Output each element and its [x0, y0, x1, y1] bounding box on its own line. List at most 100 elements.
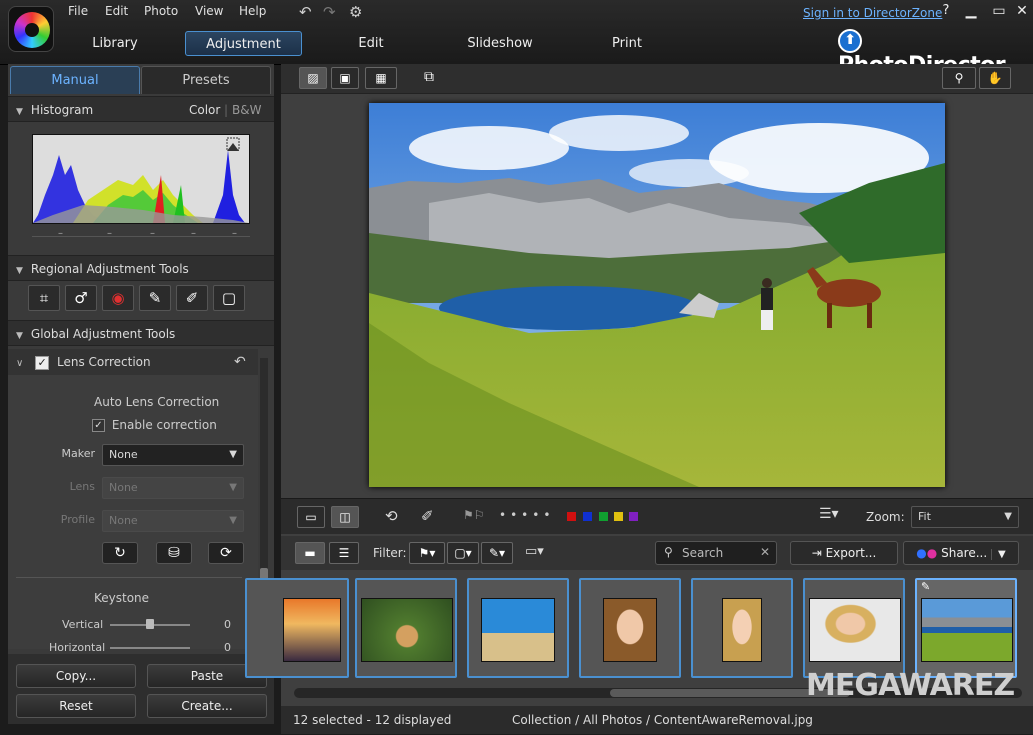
search-input[interactable]: Search	[682, 546, 723, 560]
single-view-button[interactable]: ▣	[331, 67, 359, 89]
mode-slideshow[interactable]: Slideshow	[455, 31, 545, 56]
filmstrip-view-button[interactable]: ▬	[295, 542, 325, 564]
arrow-up-icon: ⬆	[838, 29, 862, 53]
regional-tools-header[interactable]: ▼ Regional Adjustment Tools	[8, 255, 274, 281]
before-after-button[interactable]: ⧉	[417, 67, 441, 89]
color-filter-button[interactable]: ▢▾	[447, 542, 479, 564]
histogram-color-toggle[interactable]: Color	[189, 97, 220, 123]
flag-filter-button[interactable]: ⚑▾	[409, 542, 445, 564]
menu-file[interactable]: File	[68, 4, 88, 18]
minimize-button[interactable]: ▁	[962, 3, 980, 19]
mode-edit[interactable]: Edit	[340, 31, 402, 56]
eraser-icon[interactable]: ✐	[421, 507, 434, 525]
help-button[interactable]: ?	[937, 3, 955, 18]
menu-edit[interactable]: Edit	[105, 4, 128, 18]
rotate-button[interactable]: ↻	[102, 542, 138, 564]
spot-removal-tool-button[interactable]: ✐	[176, 285, 208, 311]
histogram-bw-toggle[interactable]: B&W	[232, 97, 261, 123]
tab-presets[interactable]: Presets	[141, 66, 271, 94]
thumbnail[interactable]	[355, 578, 457, 678]
lens-correction-header[interactable]: ∨ ✓ Lens Correction ↶	[8, 349, 258, 375]
flag-icon[interactable]: ⚑⚐	[463, 508, 485, 522]
maker-select[interactable]: None ▼	[102, 444, 244, 466]
vertical-slider-handle[interactable]	[146, 619, 154, 629]
main-view: ▨ ▣ ▦ ⧉ ⚲ ✋ ▭ ◫ ⟲ ✐ ⚑⚐ ••••• ☰▾ Zoom: Fi…	[245, 64, 1033, 734]
thumbnail[interactable]	[803, 578, 905, 678]
edit-filter-button[interactable]: ✎▾	[481, 542, 513, 564]
single-frame-button[interactable]: ▭	[297, 506, 325, 528]
undo-icon[interactable]: ↶	[299, 3, 312, 21]
zoom-value: Fit	[918, 510, 931, 523]
color-label-green[interactable]	[599, 512, 608, 521]
crop-icon: ⌗	[39, 289, 49, 307]
profile-select[interactable]: None ▼	[102, 510, 244, 532]
reset-button[interactable]: Reset	[16, 694, 136, 718]
color-label-red[interactable]	[567, 512, 576, 521]
rating-dots[interactable]: •••••	[499, 508, 554, 522]
enable-correction-row[interactable]: ✓ Enable correction	[92, 418, 217, 432]
close-button[interactable]: ✕	[1013, 3, 1031, 19]
collapse-triangle-icon: ▼	[16, 331, 23, 341]
thumbnail-selected[interactable]: ✎	[915, 578, 1017, 678]
sort-menu-icon[interactable]: ☰▾	[819, 506, 839, 522]
menu-help[interactable]: Help	[239, 4, 266, 18]
compare-view-button[interactable]: ▨	[299, 67, 327, 89]
stack-menu-icon[interactable]: ▭▾	[525, 544, 544, 559]
global-tools-header[interactable]: ▼ Global Adjustment Tools	[8, 320, 274, 346]
vertical-value: 0	[224, 618, 231, 631]
list-view-button[interactable]: ☰	[329, 542, 359, 564]
mode-adjustment[interactable]: Adjustment	[185, 31, 302, 56]
export-icon: ⇥	[811, 546, 826, 560]
rotate-stack-icon[interactable]: ⟲	[385, 507, 398, 525]
gear-icon[interactable]: ⚙	[349, 3, 362, 21]
filmstrip-icon: ▬	[304, 546, 316, 560]
pan-tool-button[interactable]: ✋	[979, 67, 1011, 89]
brush-tool-button[interactable]: ✎	[139, 285, 171, 311]
horizontal-label: Horizontal	[49, 641, 106, 654]
gradient-tool-button[interactable]: ♂	[65, 285, 97, 311]
color-label-purple[interactable]	[629, 512, 638, 521]
maker-label: Maker	[61, 447, 96, 460]
redo-icon[interactable]: ↷	[323, 3, 336, 21]
zoom-tool-button[interactable]: ⚲	[942, 67, 976, 89]
tab-manual[interactable]: Manual	[10, 66, 140, 94]
mode-library[interactable]: Library	[70, 31, 160, 56]
view-toolbar: ▨ ▣ ▦ ⧉ ⚲ ✋	[281, 64, 1033, 94]
zoom-select[interactable]: Fit ▼	[911, 506, 1019, 528]
thumbnail[interactable]	[467, 578, 569, 678]
sign-in-link[interactable]: Sign in to DirectorZone	[803, 6, 942, 20]
menu-view[interactable]: View	[195, 4, 223, 18]
regional-tools-title: Regional Adjustment Tools	[30, 262, 189, 276]
horizontal-slider[interactable]	[110, 647, 190, 649]
enable-correction-checkbox[interactable]: ✓	[92, 419, 105, 432]
export-button[interactable]: ⇥ Export...	[790, 541, 898, 565]
color-label-blue[interactable]	[583, 512, 592, 521]
copy-button[interactable]: Copy...	[16, 664, 136, 688]
grid-view-button[interactable]: ▦	[365, 67, 397, 89]
red-eye-tool-button[interactable]: ◉	[102, 285, 134, 311]
main-photo[interactable]	[369, 103, 945, 487]
landscape-icon: ▨	[307, 71, 319, 85]
clear-search-icon[interactable]: ✕	[760, 545, 770, 559]
dual-frame-button[interactable]: ◫	[331, 506, 359, 528]
search-box[interactable]: ⚲ Search ✕	[655, 541, 777, 565]
flag-icon: ⚑▾	[418, 546, 436, 560]
refresh-button[interactable]: ⟳	[208, 542, 244, 564]
caret-down-icon[interactable]: ▼	[991, 549, 1006, 560]
thumbnail[interactable]	[245, 578, 349, 678]
share-button[interactable]: ●● Share... ▼	[903, 541, 1019, 565]
mode-print[interactable]: Print	[600, 31, 654, 56]
crop-tool-button[interactable]: ⌗	[28, 285, 60, 311]
mask-tool-button[interactable]: ▢	[213, 285, 245, 311]
folder-button[interactable]: ⛁	[156, 542, 192, 564]
reset-arrow-icon[interactable]: ↶	[234, 349, 246, 375]
thumbnail[interactable]	[579, 578, 681, 678]
menu-photo[interactable]: Photo	[144, 4, 178, 18]
lens-correction-checkbox[interactable]: ✓	[35, 355, 50, 370]
create-preset-button[interactable]: Create...	[147, 694, 267, 718]
thumbnail[interactable]	[691, 578, 793, 678]
color-label-yellow[interactable]	[614, 512, 623, 521]
histogram-header[interactable]: ▼ Histogram Color | B&W	[8, 96, 274, 122]
lens-select[interactable]: None ▼	[102, 477, 244, 499]
maximize-button[interactable]: ▭	[990, 3, 1008, 19]
